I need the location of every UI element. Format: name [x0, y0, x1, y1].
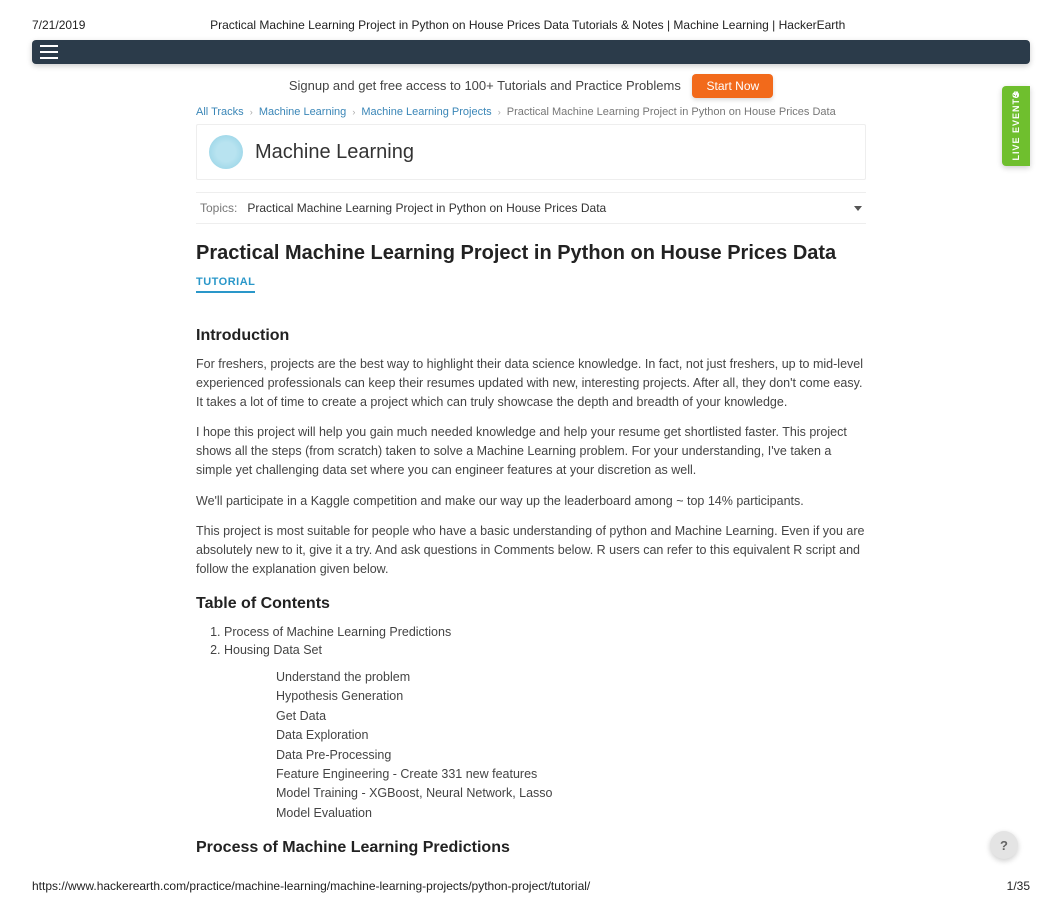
chevron-right-icon: ›	[498, 107, 501, 117]
track-title: Machine Learning	[255, 141, 414, 164]
toc-sublist: Understand the problem Hypothesis Genera…	[276, 668, 866, 823]
paragraph: We'll participate in a Kaggle competitio…	[196, 492, 866, 511]
list-item: Understand the problem	[276, 668, 866, 687]
track-icon	[209, 135, 243, 169]
topics-dropdown[interactable]: Topics: Practical Machine Learning Proje…	[196, 192, 866, 224]
live-events-label: LIVE EVENTS	[1011, 91, 1021, 161]
section-heading-process: Process of Machine Learning Predictions	[196, 839, 866, 857]
top-navbar	[32, 40, 1030, 64]
print-header: 7/21/2019 Practical Machine Learning Pro…	[0, 0, 1062, 40]
list-item: Housing Data Set	[224, 641, 866, 660]
signup-banner: Signup and get free access to 100+ Tutor…	[32, 74, 1030, 98]
print-date: 7/21/2019	[32, 18, 85, 32]
list-item: Model Training - XGBoost, Neural Network…	[276, 784, 866, 803]
toc-list: Process of Machine Learning Predictions …	[224, 623, 866, 661]
chevron-down-icon	[854, 206, 862, 211]
paragraph: For freshers, projects are the best way …	[196, 355, 866, 411]
breadcrumb: All Tracks › Machine Learning › Machine …	[196, 106, 866, 118]
list-item: Hypothesis Generation	[276, 687, 866, 706]
breadcrumb-link[interactable]: All Tracks	[196, 106, 244, 118]
list-item: Process of Machine Learning Predictions	[224, 623, 866, 642]
chevron-right-icon: ›	[250, 107, 253, 117]
tutorial-tab[interactable]: TUTORIAL	[196, 276, 255, 293]
print-footer: https://www.hackerearth.com/practice/mac…	[0, 869, 1062, 903]
article-title: Practical Machine Learning Project in Py…	[196, 242, 866, 265]
list-item: Data Exploration	[276, 726, 866, 745]
breadcrumb-link[interactable]: Machine Learning Projects	[361, 106, 491, 118]
section-heading-introduction: Introduction	[196, 327, 866, 345]
print-page: 1/35	[1007, 879, 1030, 893]
breadcrumb-link[interactable]: Machine Learning	[259, 106, 346, 118]
paragraph: I hope this project will help you gain m…	[196, 423, 866, 479]
breadcrumb-current: Practical Machine Learning Project in Py…	[507, 106, 836, 118]
help-button[interactable]: ?	[990, 831, 1018, 859]
list-item: Feature Engineering - Create 331 new fea…	[276, 765, 866, 784]
topics-value: Practical Machine Learning Project in Py…	[247, 201, 844, 215]
start-now-button[interactable]: Start Now	[692, 74, 773, 98]
chevron-right-icon: ›	[352, 107, 355, 117]
section-heading-toc: Table of Contents	[196, 595, 866, 613]
signup-text: Signup and get free access to 100+ Tutor…	[289, 78, 681, 93]
print-title: Practical Machine Learning Project in Py…	[85, 18, 970, 32]
paragraph: This project is most suitable for people…	[196, 522, 866, 578]
print-url: https://www.hackerearth.com/practice/mac…	[32, 879, 590, 893]
list-item: Get Data	[276, 707, 866, 726]
list-item: Model Evaluation	[276, 804, 866, 823]
live-events-tab[interactable]: 5 LIVE EVENTS	[1002, 86, 1030, 166]
menu-icon[interactable]	[40, 45, 58, 59]
list-item: Data Pre-Processing	[276, 746, 866, 765]
track-header-card: Machine Learning	[196, 124, 866, 180]
topics-label: Topics:	[200, 201, 237, 215]
